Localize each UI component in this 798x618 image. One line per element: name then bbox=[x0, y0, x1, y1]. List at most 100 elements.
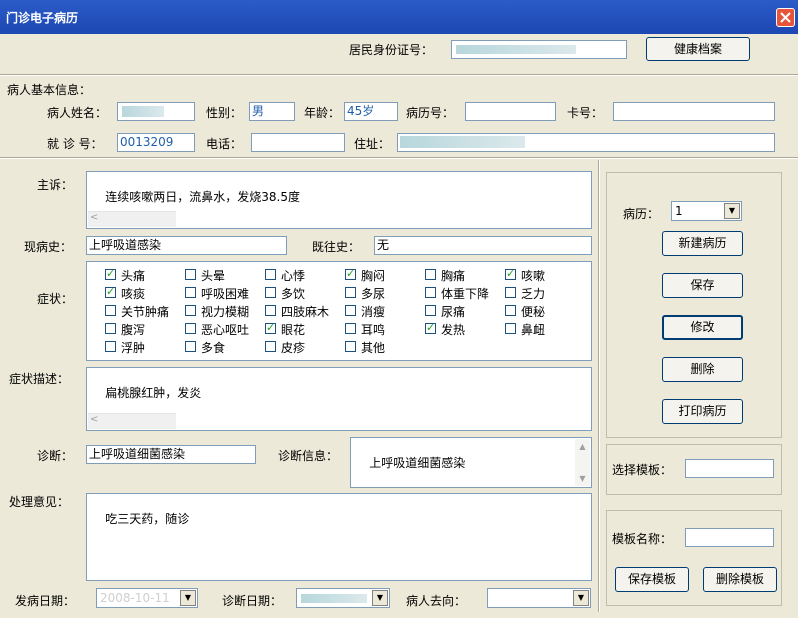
chevron-down-icon[interactable]: ▼ bbox=[724, 203, 740, 219]
symptoms-label: 症状： bbox=[37, 292, 74, 306]
diagnosis-date-label: 诊断日期： bbox=[222, 594, 283, 608]
symptom-checkbox-label: 多饮 bbox=[281, 287, 306, 301]
scroll-left-icon: < bbox=[90, 414, 99, 425]
save-template-button[interactable]: 保存模板 bbox=[615, 567, 689, 592]
symptom-checkbox[interactable] bbox=[505, 267, 516, 280]
diagnosis-date-picker[interactable]: ▼ bbox=[296, 588, 390, 608]
record-label: 病历： bbox=[623, 207, 660, 221]
symptom-checkbox-label: 头晕 bbox=[201, 269, 226, 283]
symptom-checkbox[interactable] bbox=[185, 269, 196, 280]
symptom-checkbox[interactable] bbox=[105, 285, 116, 298]
record-number-field[interactable] bbox=[465, 102, 556, 121]
symptom-checkbox-label: 发热 bbox=[441, 323, 466, 337]
template-name-label: 模板名称： bbox=[612, 532, 673, 546]
symptom-description-textarea[interactable]: 扁桃腺红肿，发炎 < bbox=[86, 367, 592, 431]
gender-field[interactable]: 男 bbox=[249, 102, 295, 121]
select-template-field[interactable] bbox=[685, 459, 774, 478]
present-history-field[interactable]: 上呼吸道感染 bbox=[86, 236, 287, 255]
scroll-up-icon[interactable]: ▲ bbox=[575, 439, 590, 454]
chevron-down-icon[interactable]: ▼ bbox=[573, 590, 589, 606]
symptom-checkbox[interactable] bbox=[505, 287, 516, 298]
card-number-field[interactable] bbox=[613, 102, 775, 121]
present-history-label: 现病史： bbox=[24, 240, 73, 254]
symptom-checkbox[interactable] bbox=[345, 323, 356, 334]
treatment-label: 处理意见： bbox=[9, 495, 70, 509]
past-history-label: 既往史： bbox=[312, 240, 361, 254]
onset-date-value: 2008-10-11 bbox=[100, 591, 170, 605]
treatment-text: 吃三天药，随诊 bbox=[105, 512, 190, 526]
symptom-checkbox[interactable] bbox=[105, 305, 116, 316]
record-number-label: 病历号： bbox=[406, 106, 455, 120]
symptom-checkbox[interactable] bbox=[425, 305, 436, 316]
symptom-checkbox[interactable] bbox=[345, 305, 356, 316]
id-number-field[interactable] bbox=[451, 40, 627, 59]
print-record-button[interactable]: 打印病历 bbox=[662, 399, 743, 424]
visit-number-label: 就 诊 号： bbox=[47, 137, 103, 151]
symptom-checkbox-label: 关节肿痛 bbox=[121, 305, 170, 319]
symptom-checkbox-label: 鼻衄 bbox=[521, 323, 546, 337]
age-field[interactable]: 45岁 bbox=[344, 102, 398, 121]
symptom-checkbox[interactable] bbox=[185, 341, 196, 352]
chevron-down-icon[interactable]: ▼ bbox=[180, 590, 196, 606]
symptom-checkbox[interactable] bbox=[425, 269, 436, 280]
title-bar[interactable] bbox=[0, 0, 798, 34]
complaint-text: 连续咳嗽两日，流鼻水，发烧38.5度 bbox=[105, 190, 300, 204]
destination-select[interactable]: ▼ bbox=[487, 588, 591, 608]
delete-button[interactable]: 删除 bbox=[662, 357, 743, 382]
diagnosis-info-textarea[interactable]: 上呼吸道细菌感染 ▲ ▼ bbox=[350, 437, 592, 488]
patient-name-field[interactable] bbox=[117, 102, 195, 121]
chevron-down-icon[interactable]: ▼ bbox=[372, 590, 388, 606]
delete-template-button[interactable]: 删除模板 bbox=[703, 567, 777, 592]
phone-field[interactable] bbox=[251, 133, 345, 152]
horizontal-scrollbar[interactable]: < bbox=[88, 413, 176, 429]
symptom-checkbox[interactable] bbox=[425, 287, 436, 298]
symptom-checkbox[interactable] bbox=[345, 267, 356, 280]
complaint-textarea[interactable]: 连续咳嗽两日，流鼻水，发烧38.5度 < bbox=[86, 171, 592, 229]
symptom-checkbox-label: 便秘 bbox=[521, 305, 546, 319]
symptom-checkbox[interactable] bbox=[185, 305, 196, 316]
diagnosis-field[interactable]: 上呼吸道细菌感染 bbox=[86, 445, 256, 464]
separator bbox=[0, 74, 798, 76]
past-history-field[interactable]: 无 bbox=[374, 236, 592, 255]
template-name-field[interactable] bbox=[685, 528, 774, 547]
modify-button[interactable]: 修改 bbox=[662, 315, 743, 340]
symptom-checkbox-label: 头痛 bbox=[121, 269, 146, 283]
save-button[interactable]: 保存 bbox=[662, 273, 743, 298]
symptom-checkbox[interactable] bbox=[425, 321, 436, 334]
symptom-checkbox[interactable] bbox=[265, 305, 276, 316]
symptom-checkbox[interactable] bbox=[345, 341, 356, 352]
symptom-checkbox[interactable] bbox=[265, 341, 276, 352]
symptom-description-label: 症状描述： bbox=[9, 372, 70, 386]
symptom-checkbox[interactable] bbox=[265, 287, 276, 298]
symptom-checkbox[interactable] bbox=[105, 341, 116, 352]
symptom-checkbox[interactable] bbox=[505, 305, 516, 316]
symptom-checkbox-label: 多食 bbox=[201, 341, 226, 355]
symptom-checkbox[interactable] bbox=[265, 269, 276, 280]
symptom-checkbox[interactable] bbox=[185, 287, 196, 298]
horizontal-scrollbar[interactable]: < bbox=[88, 211, 176, 227]
symptom-checkbox-label: 浮肿 bbox=[121, 341, 146, 355]
emr-window: 门诊电子病历 居民身份证号： 健康档案 病人基本信息： 病人姓名： 性别： 男 … bbox=[0, 0, 798, 618]
visit-number-field[interactable]: 0013209 bbox=[117, 133, 195, 152]
symptom-checkbox[interactable] bbox=[345, 287, 356, 298]
panel-divider bbox=[598, 160, 600, 612]
new-record-button[interactable]: 新建病历 bbox=[662, 231, 743, 256]
scroll-down-icon[interactable]: ▼ bbox=[575, 471, 590, 486]
symptom-checkbox-label: 咳嗽 bbox=[521, 269, 546, 283]
health-record-button[interactable]: 健康档案 bbox=[646, 37, 750, 61]
record-select[interactable]: 1 ▼ bbox=[671, 201, 742, 221]
treatment-textarea[interactable]: 吃三天药，随诊 bbox=[86, 493, 592, 581]
close-button[interactable] bbox=[776, 8, 795, 27]
symptom-checkbox-label: 咳痰 bbox=[121, 287, 146, 301]
symptom-checkbox-label: 皮疹 bbox=[281, 341, 306, 355]
address-field[interactable] bbox=[397, 133, 775, 152]
symptom-checkbox[interactable] bbox=[105, 323, 116, 334]
onset-date-picker[interactable]: 2008-10-11 ▼ bbox=[96, 588, 198, 608]
symptom-checkbox[interactable] bbox=[265, 321, 276, 334]
id-number-label: 居民身份证号： bbox=[349, 43, 434, 57]
symptom-checkbox[interactable] bbox=[105, 267, 116, 280]
symptom-checkbox[interactable] bbox=[185, 323, 196, 334]
vertical-scrollbar[interactable]: ▲ ▼ bbox=[575, 439, 590, 486]
symptom-checkbox-label: 耳鸣 bbox=[361, 323, 386, 337]
symptom-checkbox[interactable] bbox=[505, 323, 516, 334]
